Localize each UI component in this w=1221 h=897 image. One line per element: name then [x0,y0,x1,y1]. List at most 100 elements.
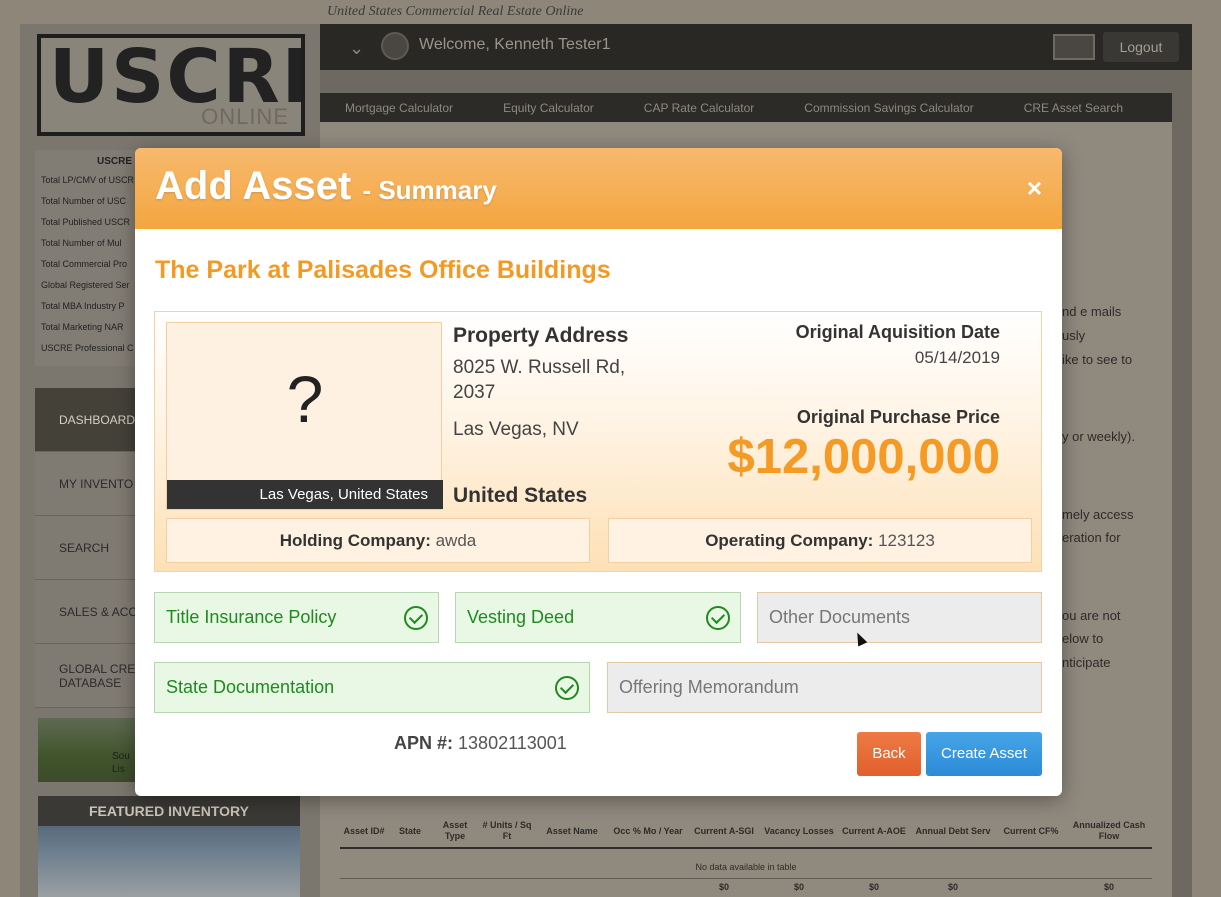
table-header[interactable]: # Units / Sq Ft [478,820,536,842]
table-header-row: Asset ID# State Asset Type # Units / Sq … [340,815,1152,849]
doc-vesting-deed[interactable]: Vesting Deed [455,592,741,643]
logo-subtext: ONLINE [201,104,289,129]
table-header[interactable]: Asset Name [536,826,608,837]
table-header[interactable]: Annual Debt Serv [910,826,996,837]
purchase-price-label: Original Purchase Price [796,407,1000,427]
add-asset-modal: Add Asset - Summary × The Park at Palisa… [135,148,1062,796]
promo-text: Sou Lis [112,751,130,775]
table-header[interactable]: Current CF% [996,826,1066,837]
background-text: eration for [1062,530,1121,545]
table-header[interactable]: Asset Type [432,820,478,842]
doc-label: State Documentation [166,677,335,697]
purchase-price: $12,000,000 [727,430,1001,484]
holding-company-label: Holding Company: [279,531,431,550]
table-total: $0 [1103,882,1114,892]
modal-header: Add Asset - Summary × [135,148,1062,229]
address-line: 8025 W. Russell Rd, 2037 [453,357,626,403]
check-circle-icon [404,606,428,630]
logout-button[interactable]: Logout [1103,32,1179,62]
operating-company-box: Operating Company: 123123 [608,518,1032,563]
photo-placeholder-icon: ? [286,362,324,436]
stats-item: Total MBA Industry P [41,301,125,311]
user-avatar[interactable] [381,32,409,60]
background-text: elow to [1062,631,1104,646]
table-header[interactable]: Occ % Mo / Year [608,826,688,837]
table-total: $0 [793,882,804,892]
address-country: United States [453,484,588,507]
nav-equity-calculator[interactable]: Equity Calculator [503,101,594,115]
property-summary-panel: ? Las Vegas, United States Property Addr… [154,311,1042,572]
apn-number: APN #: 13802113001 [394,733,567,754]
welcome-text: Welcome, Kenneth Tester1 [419,36,611,53]
operating-company-label: Operating Company: [705,531,874,550]
background-text: ou are not [1062,608,1121,623]
table-totals-row: $0 $0 $0 $0 $0 [340,879,1152,895]
background-text: usly [1062,328,1086,343]
table-header[interactable]: Asset ID# [340,826,388,837]
featured-inventory-panel[interactable]: FEATURED INVENTORY [38,796,300,897]
table-header[interactable]: State [388,826,432,837]
apn-value: 13802113001 [458,733,567,753]
stats-list: Total LP/CMV of USCR Total Number of USC… [41,174,134,363]
nav-mortgage-calculator[interactable]: Mortgage Calculator [345,101,453,115]
acquisition-date: 05/14/2019 [914,348,1000,367]
address-city: Las Vegas, NV [453,419,579,440]
property-photo: ? Las Vegas, United States [166,322,443,510]
doc-other-documents[interactable]: Other Documents [757,592,1042,643]
table-header[interactable]: Current A-SGI [688,826,760,837]
stats-item: Total Number of USC [41,196,127,206]
site-tagline: United States Commercial Real Estate Onl… [327,4,584,19]
table-header[interactable]: Current A-AOE [838,826,910,837]
background-text: ike to see to [1062,352,1133,367]
back-button[interactable]: Back [857,732,921,776]
doc-title-insurance[interactable]: Title Insurance Policy [154,592,439,643]
stats-item: Total Published USCR [41,217,131,227]
doc-label: Other Documents [769,607,911,627]
stats-item: Total LP/CMV of USCR [41,175,135,185]
close-icon[interactable]: × [1027,173,1042,204]
asset-table: Asset ID# State Asset Type # Units / Sq … [340,815,1152,895]
table-total: $0 [868,882,879,892]
table-header[interactable]: Vacancy Losses [760,826,838,837]
mail-icon[interactable] [1053,34,1095,60]
uscre-logo[interactable]: USCRE ONLINE [37,34,305,136]
modal-title-sub: - Summary [362,175,497,205]
background-text: nticipate [1062,655,1111,670]
property-name: The Park at Palisades Office Buildings [155,256,611,284]
operating-company-value: 123123 [878,531,935,550]
nav-commission-savings-calculator[interactable]: Commission Savings Calculator [804,101,973,115]
table-header[interactable]: Annualized Cash Flow [1066,820,1152,842]
acquisition-date-label: Original Aquisition Date [795,322,1000,342]
holding-company-value: awda [435,531,477,550]
stats-item: Total Marketing NAR [41,322,124,332]
create-asset-button[interactable]: Create Asset [926,732,1042,776]
stats-item: Total Commercial Pro [41,259,128,269]
holding-company-box: Holding Company: awda [166,518,590,563]
modal-title-main: Add Asset [155,164,352,208]
address-label: Property Address [453,324,629,347]
nav-cap-rate-calculator[interactable]: CAP Rate Calculator [644,101,755,115]
stats-item: USCRE Professional C [41,343,134,353]
doc-label: Title Insurance Policy [166,607,337,627]
apn-label: APN #: [394,733,454,753]
chevron-down-icon[interactable]: ⌄ [349,38,364,59]
doc-offering-memorandum[interactable]: Offering Memorandum [607,662,1042,713]
background-text: mely access [1062,507,1134,522]
stats-item: Global Registered Ser [41,280,130,290]
photo-caption: Las Vegas, United States [167,480,443,509]
doc-state-documentation[interactable]: State Documentation [154,662,590,713]
doc-label: Offering Memorandum [619,677,799,697]
check-circle-icon [706,606,730,630]
check-circle-icon [555,676,579,700]
table-empty-message: No data available in table [340,849,1152,879]
stats-item: Total Number of Mul [41,238,122,248]
background-text: nd e mails [1062,304,1122,319]
modal-title: Add Asset - Summary [155,164,497,209]
table-total: $0 [718,882,729,892]
top-nav: Mortgage Calculator Equity Calculator CA… [320,93,1172,122]
table-total: $0 [947,882,958,892]
featured-inventory-label: FEATURED INVENTORY [38,796,300,826]
nav-cre-asset-search[interactable]: CRE Asset Search [1024,101,1123,115]
doc-label: Vesting Deed [467,607,575,627]
background-text: y or weekly). [1062,429,1135,444]
